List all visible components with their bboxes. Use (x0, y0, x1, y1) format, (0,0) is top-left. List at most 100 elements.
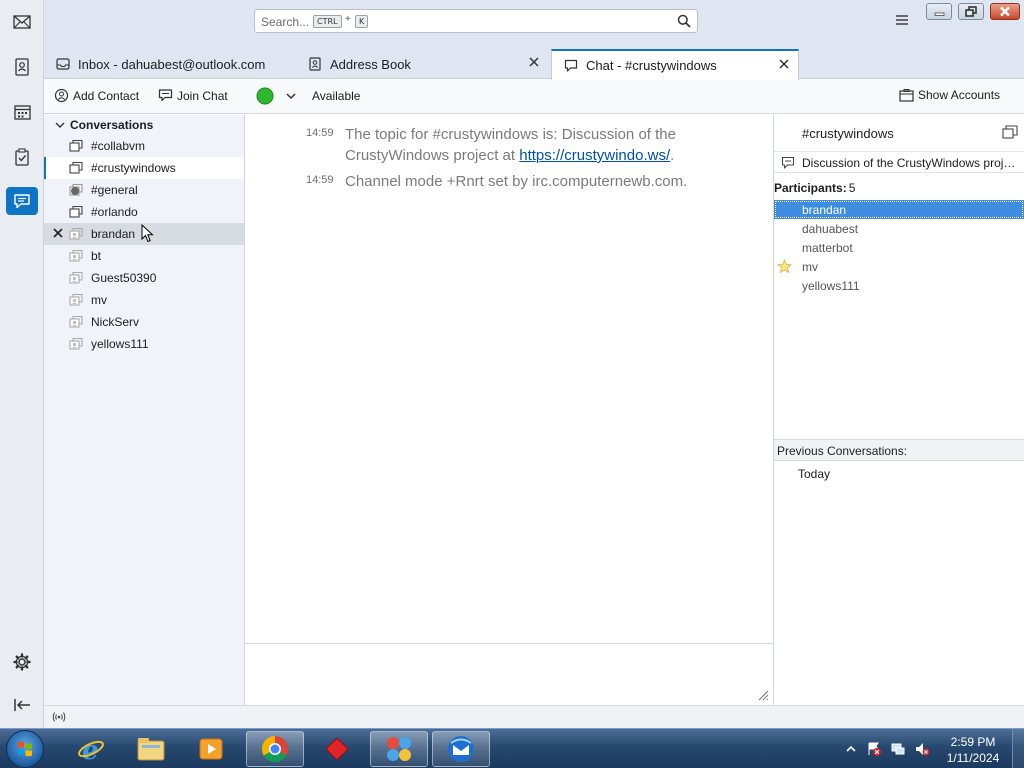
channel-topic: Discussion of the CrustyWindows project … (774, 151, 1024, 173)
channel-inactive-icon (69, 183, 83, 196)
tab-address-book[interactable]: Address Book (296, 49, 548, 79)
status-bar (44, 705, 1024, 728)
participants-count: 5 (848, 181, 856, 195)
network-icon[interactable] (890, 741, 906, 757)
tasks-icon (15, 148, 29, 166)
accounts-icon (899, 88, 914, 102)
app-menu-icon[interactable] (894, 13, 910, 27)
resize-grip-icon[interactable] (757, 689, 769, 701)
settings-gear-icon[interactable] (12, 652, 32, 672)
folder-icon (137, 738, 165, 761)
tray-expand-icon[interactable] (843, 741, 859, 757)
topic-text: Discussion of the CrustyWindows project … (802, 156, 1022, 170)
tab-label: Address Book (330, 56, 411, 72)
inbox-icon (56, 58, 70, 70)
participant-dahuabest[interactable]: dahuabest (774, 219, 1024, 238)
conversation-label: NickServ (91, 315, 140, 329)
calendar-icon (13, 105, 31, 120)
chat-space-button[interactable] (6, 187, 38, 215)
show-desktop-button[interactable] (1012, 729, 1024, 768)
conversation-crustywindows[interactable]: #crustywindows (44, 157, 244, 179)
conversation-label: #orlando (91, 205, 138, 219)
conversations-group-header[interactable]: Conversations (54, 118, 153, 132)
search-input[interactable]: Search... (261, 15, 309, 29)
message-text: Channel mode +Rnrt set by irc.computerne… (345, 171, 745, 192)
add-contact-button[interactable]: Add Contact (54, 88, 139, 103)
tab-chat[interactable]: Chat - #crustywindows (551, 49, 799, 80)
participant-brandan[interactable]: brandan (774, 200, 1024, 219)
channel-icon (69, 205, 83, 218)
conversation-collabvm[interactable]: #collabvm (44, 135, 244, 157)
message-link[interactable]: https://crustywindo.ws/ (519, 147, 670, 164)
tasks-space-button[interactable] (6, 143, 38, 171)
volume-muted-icon[interactable] (914, 741, 930, 757)
search-icon[interactable] (677, 14, 691, 28)
taskbar-file-explorer[interactable] (122, 731, 180, 767)
conversation-orlando[interactable]: #orlando (44, 201, 244, 223)
address-book-icon (309, 57, 321, 71)
close-tab-icon[interactable] (528, 56, 540, 68)
join-chat-button[interactable]: Join Chat (158, 88, 228, 103)
tab-label: Chat - #crustywindows (586, 58, 717, 73)
conversation-bt[interactable]: bt (44, 245, 244, 267)
conversation-guest50390[interactable]: Guest50390 (44, 267, 244, 289)
message-input[interactable] (245, 643, 773, 705)
previous-conversation-today[interactable]: Today (798, 467, 830, 481)
message-time: 14:59 (306, 174, 334, 186)
address-book-icon (15, 58, 29, 76)
close-tab-icon[interactable] (778, 58, 790, 70)
participant-matterbot[interactable]: matterbot (774, 238, 1024, 257)
conversation-yellows111[interactable]: yellows111 (44, 333, 244, 355)
conversation-label: #crustywindows (91, 161, 176, 175)
participant-yellows111[interactable]: yellows111 (774, 276, 1024, 295)
conversation-brandan[interactable]: brandan (44, 223, 244, 245)
chat-conversation-area: 14:59 The topic for #crustywindows is: D… (245, 115, 773, 643)
contact-icon (69, 249, 83, 262)
conversation-label: mv (91, 293, 107, 307)
channel-options-icon[interactable] (1002, 125, 1018, 139)
conversation-nickserv[interactable]: NickServ (44, 311, 244, 333)
status-selector[interactable]: Available (256, 87, 360, 105)
restore-icon (965, 6, 977, 17)
tab-label: Inbox - dahuabest@outlook.com (78, 56, 266, 72)
chrome-icon (261, 735, 288, 763)
collapse-spaces-icon[interactable] (12, 697, 32, 713)
conversation-general[interactable]: #general (44, 179, 244, 201)
minimize-button[interactable] (926, 3, 952, 20)
search-box[interactable]: Search... CTRL + K (254, 9, 698, 33)
calendar-space-button[interactable] (6, 98, 38, 126)
conversation-label: Guest50390 (91, 271, 157, 285)
action-center-icon[interactable] (866, 741, 882, 757)
close-conversation-icon[interactable] (52, 227, 64, 239)
taskbar-control-panel[interactable] (370, 731, 428, 767)
red-diamond-icon (325, 737, 349, 761)
media-player-icon (199, 738, 223, 760)
system-clock[interactable]: 2:59 PM 1/11/2024 (942, 734, 1004, 766)
restore-button[interactable] (958, 3, 984, 20)
previous-conversations-header: Previous Conversations: (774, 439, 1024, 461)
tab-strip: Inbox - dahuabest@outlook.com Address Bo… (44, 46, 1024, 80)
address-book-space-button[interactable] (6, 53, 38, 81)
join-chat-label: Join Chat (177, 88, 228, 103)
show-accounts-button[interactable]: Show Accounts (899, 88, 1000, 102)
participant-name: mv (802, 260, 818, 274)
tab-inbox[interactable]: Inbox - dahuabest@outlook.com (44, 49, 300, 79)
windows-logo-icon (18, 741, 32, 757)
conversation-mv[interactable]: mv (44, 289, 244, 311)
taskbar-app-red[interactable] (308, 731, 366, 767)
participant-name: brandan (802, 203, 847, 217)
conversations-sidebar: Conversations #collabvm #crustywindows #… (44, 115, 245, 705)
mail-space-button[interactable] (6, 8, 38, 36)
title-bar: Search... CTRL + K (44, 0, 1024, 46)
taskbar-chrome[interactable] (246, 731, 304, 767)
contact-icon (69, 337, 83, 350)
participant-mv[interactable]: mv (774, 257, 1024, 276)
online-status-icon[interactable] (52, 711, 66, 723)
close-window-button[interactable] (990, 3, 1020, 20)
taskbar-internet-explorer[interactable]: e (62, 731, 120, 767)
taskbar-media-player[interactable] (182, 731, 240, 767)
taskbar-thunderbird[interactable] (432, 731, 490, 767)
conversation-details-panel: #crustywindows Discussion of the CrustyW… (773, 115, 1024, 705)
participant-name: dahuabest (802, 222, 859, 236)
start-button[interactable] (6, 730, 44, 768)
